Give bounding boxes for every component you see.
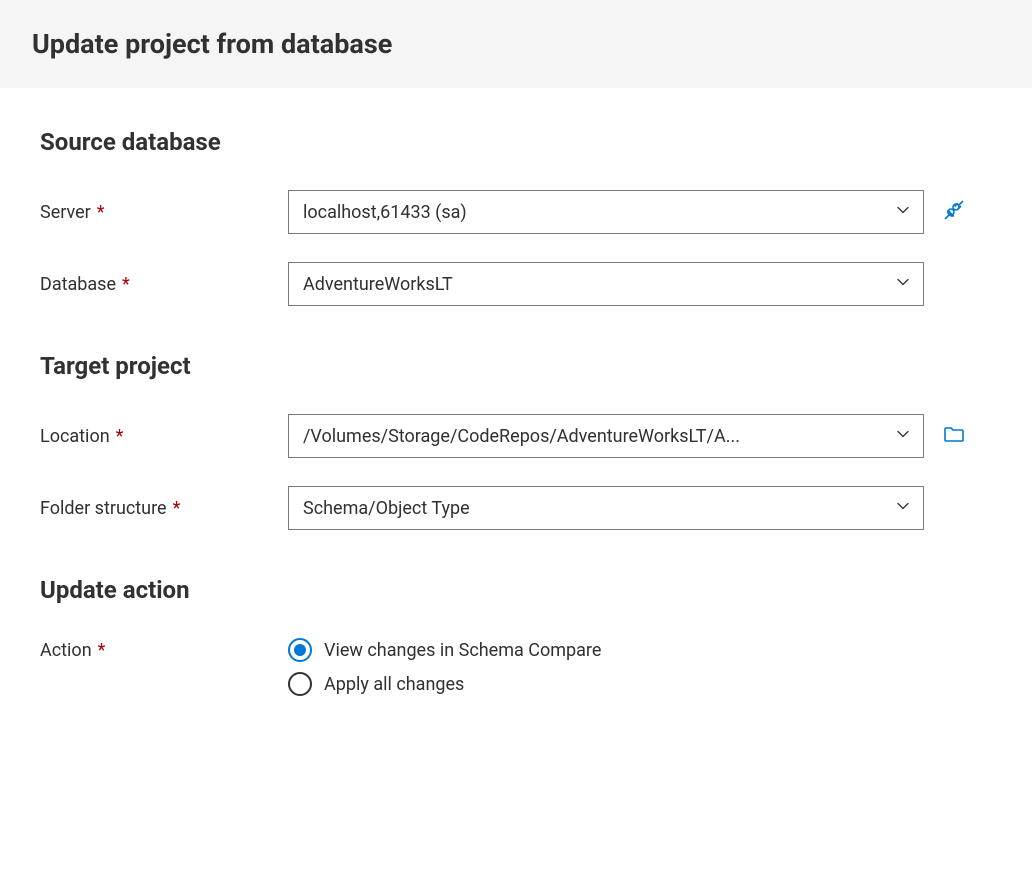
page-title: Update project from database bbox=[32, 28, 1000, 60]
browse-location-button[interactable] bbox=[924, 422, 984, 451]
chevron-down-icon bbox=[895, 202, 911, 223]
label-folder-structure-text: Folder structure bbox=[40, 498, 167, 519]
server-select-value: localhost,61433 (sa) bbox=[303, 202, 467, 223]
label-database: Database * bbox=[40, 274, 288, 295]
input-col-location: /Volumes/Storage/CodeRepos/AdventureWork… bbox=[288, 414, 924, 458]
radio-indicator bbox=[288, 672, 312, 696]
label-database-text: Database bbox=[40, 274, 116, 295]
radio-view-changes[interactable]: View changes in Schema Compare bbox=[288, 638, 924, 662]
action-radio-group: View changes in Schema Compare Apply all… bbox=[288, 638, 924, 696]
input-col-database: AdventureWorksLT bbox=[288, 262, 924, 306]
required-asterisk: * bbox=[173, 498, 181, 519]
chevron-down-icon bbox=[895, 498, 911, 519]
input-col-folder-structure: Schema/Object Type bbox=[288, 486, 924, 530]
input-col-action: View changes in Schema Compare Apply all… bbox=[288, 638, 924, 696]
row-folder-structure: Folder structure * Schema/Object Type bbox=[40, 486, 992, 530]
label-action-text: Action bbox=[40, 640, 92, 661]
plug-icon bbox=[942, 198, 966, 227]
location-select-value: /Volumes/Storage/CodeRepos/AdventureWork… bbox=[303, 426, 740, 447]
section-target-project: Target project Location * /Volumes/Stora… bbox=[40, 352, 992, 530]
section-source-database: Source database Server * localhost,61433… bbox=[40, 128, 992, 306]
radio-indicator bbox=[288, 638, 312, 662]
label-server: Server * bbox=[40, 202, 288, 223]
chevron-down-icon bbox=[895, 274, 911, 295]
database-select[interactable]: AdventureWorksLT bbox=[288, 262, 924, 306]
folder-icon bbox=[942, 422, 966, 451]
required-asterisk: * bbox=[116, 426, 124, 447]
row-server: Server * localhost,61433 (sa) bbox=[40, 190, 992, 234]
heading-source-database: Source database bbox=[40, 128, 992, 156]
heading-update-action: Update action bbox=[40, 576, 992, 604]
folder-structure-select[interactable]: Schema/Object Type bbox=[288, 486, 924, 530]
server-select[interactable]: localhost,61433 (sa) bbox=[288, 190, 924, 234]
form-container: Source database Server * localhost,61433… bbox=[0, 88, 1032, 736]
connect-button[interactable] bbox=[924, 198, 984, 227]
heading-target-project: Target project bbox=[40, 352, 992, 380]
folder-structure-select-value: Schema/Object Type bbox=[303, 498, 470, 519]
required-asterisk: * bbox=[97, 202, 105, 223]
required-asterisk: * bbox=[98, 640, 106, 661]
radio-inner-dot bbox=[294, 644, 306, 656]
page-header: Update project from database bbox=[0, 0, 1032, 88]
location-select[interactable]: /Volumes/Storage/CodeRepos/AdventureWork… bbox=[288, 414, 924, 458]
row-location: Location * /Volumes/Storage/CodeRepos/Ad… bbox=[40, 414, 992, 458]
chevron-down-icon bbox=[895, 426, 911, 447]
label-server-text: Server bbox=[40, 202, 91, 223]
row-database: Database * AdventureWorksLT bbox=[40, 262, 992, 306]
radio-view-changes-label: View changes in Schema Compare bbox=[324, 640, 601, 661]
label-location-text: Location bbox=[40, 426, 110, 447]
row-action: Action * View changes in Schema Compare … bbox=[40, 638, 992, 696]
radio-apply-all[interactable]: Apply all changes bbox=[288, 672, 924, 696]
radio-apply-all-label: Apply all changes bbox=[324, 674, 464, 695]
required-asterisk: * bbox=[122, 274, 130, 295]
section-update-action: Update action Action * View changes in S… bbox=[40, 576, 992, 696]
input-col-server: localhost,61433 (sa) bbox=[288, 190, 924, 234]
database-select-value: AdventureWorksLT bbox=[303, 274, 453, 295]
label-action: Action * bbox=[40, 638, 288, 661]
label-folder-structure: Folder structure * bbox=[40, 498, 288, 519]
label-location: Location * bbox=[40, 426, 288, 447]
